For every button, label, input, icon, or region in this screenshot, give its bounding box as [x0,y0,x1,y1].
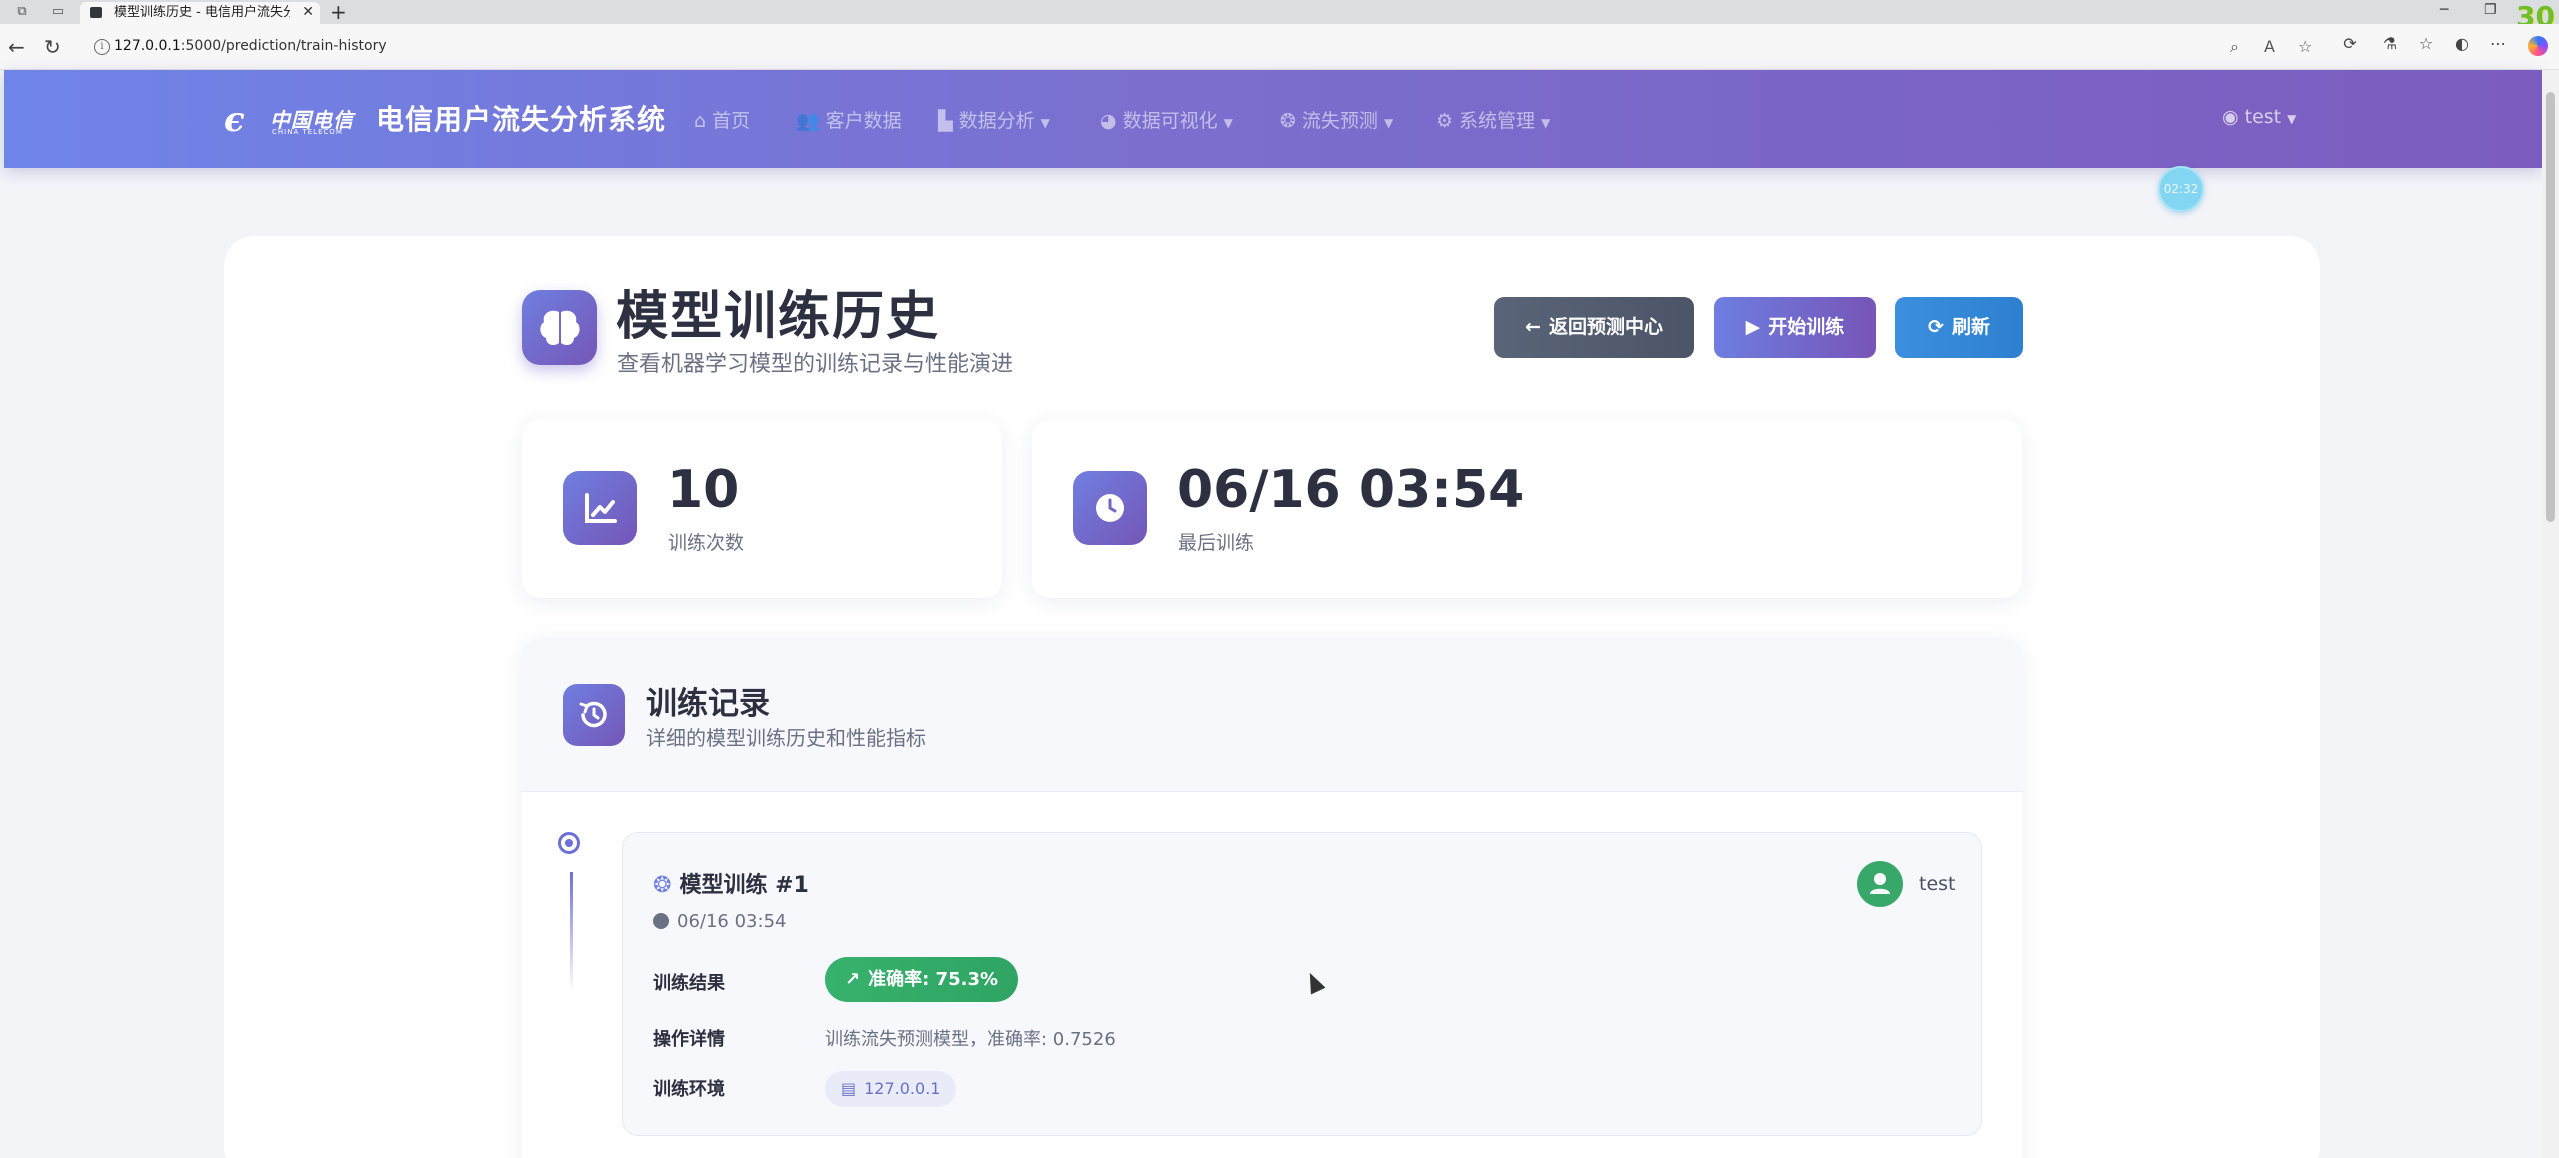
record-title: ❂ 模型训练 #1 [653,873,809,898]
china-telecom-logo[interactable]: ϵ 中国电信 CHINA TELECOM [224,100,354,140]
url-text: 127.0.0.1:5000/prediction/train-history [114,38,387,54]
arrow-left-icon: ← [1525,316,1541,338]
nav-home[interactable]: ⌂ 首页 [694,106,750,133]
telecom-mark-icon: ϵ [224,100,245,140]
nav-data-analysis[interactable]: ▙ 数据分析 ▼ [938,106,1050,133]
brain-icon: ❂ [653,873,672,898]
chevron-down-icon: ▼ [2287,112,2297,126]
stat-value: 10 [667,460,740,520]
page-scrollbar[interactable] [2542,70,2559,1158]
stat-value: 06/16 03:54 [1177,460,1525,520]
chart-icon: ▙ [938,110,953,132]
restore-icon[interactable]: ❐ [2484,2,2497,18]
gear-icon: ⚙ [1436,110,1454,132]
page-subtitle: 查看机器学习模型的训练记录与性能演进 [617,352,1014,377]
timeline-line [570,872,573,992]
read-aloud-icon[interactable]: A [2264,37,2275,56]
url-field[interactable]: i 127.0.0.1:5000/prediction/train-histor… [80,31,2320,63]
nav-visualization[interactable]: ◕ 数据可视化 ▼ [1100,106,1233,133]
avatar [1857,861,1903,907]
site-info-icon[interactable]: i [94,39,110,55]
chevron-down-icon: ▼ [1383,116,1394,130]
records-header: 训练记录 详细的模型训练历史和性能指标 [522,638,2022,792]
minimize-icon[interactable]: ─ [2440,2,2448,18]
pie-icon: ◕ [1100,110,1117,132]
clock-icon [1073,471,1147,545]
detail-label: 操作详情 [653,1029,725,1050]
nav-churn-prediction[interactable]: ❂ 流失预测 ▼ [1280,106,1393,133]
nav-customer-data[interactable]: 👥 客户数据 [796,106,902,133]
browser-tab[interactable]: 模型训练历史 - 电信用户流失分析 ✕ [80,2,320,24]
env-badge: ▤ 127.0.0.1 [825,1071,957,1107]
line-chart-icon: ↗ [845,969,861,990]
brain-icon [522,290,597,365]
reload-icon[interactable]: ↻ [44,34,61,60]
back-to-prediction-button[interactable]: ← 返回预测中心 [1494,297,1694,358]
chevron-down-icon: ▼ [1541,116,1551,130]
line-chart-icon [563,471,637,545]
stat-label: 最后训练 [1178,532,1255,554]
play-icon: ▶ [1745,316,1761,338]
record-user: test [1919,873,1956,895]
favorites-icon[interactable]: ☆ [2416,34,2436,54]
stat-last-train: 06/16 03:54 最后训练 [1032,420,2022,598]
chevron-down-icon: ▼ [1223,116,1233,130]
address-bar: ← ↻ i 127.0.0.1:5000/prediction/train-hi… [0,24,2559,70]
record-time: 06/16 03:54 [653,911,786,932]
brain-icon: ❂ [1280,110,1296,132]
sync-icon: ⟳ [1928,316,1944,338]
zoom-icon[interactable]: ⌕ [2230,37,2239,57]
records-title: 训练记录 [646,686,770,722]
copilot-icon[interactable] [2528,36,2548,56]
server-icon: ▤ [841,1079,857,1098]
chevron-down-icon: ▼ [1040,116,1050,130]
user-menu[interactable]: ◉ test ▼ [2222,106,2296,128]
favorite-star-icon[interactable]: ☆ [2298,37,2312,56]
nav-system-admin[interactable]: ⚙ 系统管理 ▼ [1436,106,1550,133]
records-subtitle: 详细的模型训练历史和性能指标 [646,726,926,750]
tab-favicon-icon [90,7,102,18]
workspaces-icon[interactable]: ⧉ [14,4,30,20]
clock-icon [653,913,669,929]
browser-tab-bar: ⧉ ▭ 模型训练历史 - 电信用户流失分析 ✕ + ─ ❐ 30 [0,0,2559,32]
stat-train-count: 10 训练次数 [522,420,1002,598]
users-icon: 👥 [796,110,820,132]
stat-label: 训练次数 [668,532,745,554]
back-icon[interactable]: ← [8,34,25,60]
profile-extension-icon[interactable]: ◐ [2452,34,2472,54]
scrollbar-thumb[interactable] [2546,92,2555,522]
more-menu-icon[interactable]: ⋯ [2488,34,2508,54]
training-record-item: ❂ 模型训练 #1 06/16 03:54 训练结果 ↗ 准确率: 75.3% 操作… [622,832,1982,1136]
home-icon: ⌂ [694,110,707,132]
start-training-button[interactable]: ▶ 开始训练 [1714,297,1876,358]
user-circle-icon: ◉ [2222,106,2239,128]
tab-title: 模型训练历史 - 电信用户流失分析 [114,5,290,20]
refresh-button[interactable]: ⟳ 刷新 [1895,297,2023,358]
new-tab-icon[interactable]: + [330,0,347,24]
timeline-dot [558,832,580,854]
extension-icon[interactable]: ⚗ [2380,34,2400,54]
result-label: 训练结果 [653,973,725,994]
accuracy-badge: ↗ 准确率: 75.3% [825,957,1019,1002]
history-icon [563,684,625,746]
app-navbar: ϵ 中国电信 CHINA TELECOM 电信用户流失分析系统 ⌂ 首页 👥 客户数… [4,70,2542,168]
refresh-extension-icon[interactable]: ⟳ [2340,34,2360,54]
detail-text: 训练流失预测模型，准确率: 0.7526 [825,1029,1116,1050]
session-timer[interactable]: 02:32 [2158,166,2204,212]
app-name[interactable]: 电信用户流失分析系统 [376,98,666,138]
env-label: 训练环境 [653,1079,725,1100]
close-tab-icon[interactable]: ✕ [302,4,314,20]
page-title: 模型训练历史 [616,287,941,347]
tab-actions-icon[interactable]: ▭ [50,4,66,20]
